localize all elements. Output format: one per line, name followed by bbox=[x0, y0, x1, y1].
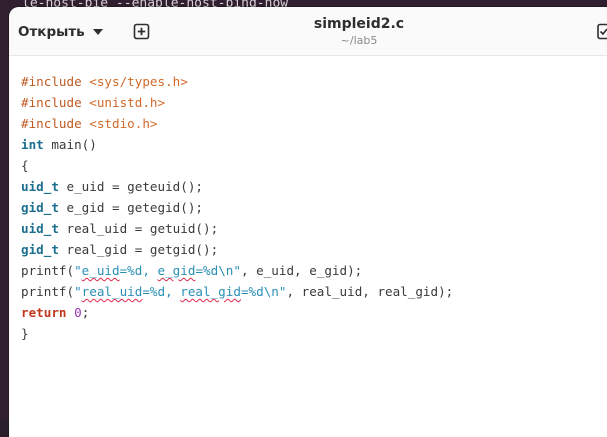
code-line[interactable]: printf("real_uid=%d, real_gid=%d\n", rea… bbox=[21, 281, 453, 302]
code-token: <stdio.h> bbox=[89, 116, 158, 131]
code-token: , e_uid, e_gid); bbox=[240, 263, 363, 278]
code-token: real_gid bbox=[180, 284, 241, 299]
save-button[interactable] bbox=[597, 23, 607, 40]
code-token: #include bbox=[21, 95, 90, 110]
code-token: real_uid bbox=[81, 284, 143, 299]
code-token: , real_uid, real_gid); bbox=[286, 284, 454, 299]
code-token: <sys/types.h> bbox=[89, 74, 188, 89]
code-token: ; bbox=[81, 305, 90, 320]
add-document-icon bbox=[133, 23, 150, 40]
code-token: uid_t bbox=[21, 221, 59, 236]
code-token: #include bbox=[21, 116, 90, 131]
document-title: simpleid2.c bbox=[313, 16, 405, 32]
code-line[interactable]: int main() bbox=[21, 134, 453, 155]
code-line[interactable]: gid_t real_gid = getgid(); bbox=[21, 239, 453, 260]
code-token: e_uid = geteuid(); bbox=[58, 179, 203, 194]
code-token: { bbox=[21, 158, 29, 173]
code-line[interactable]: uid_t real_uid = getuid(); bbox=[21, 218, 453, 239]
code-token: " bbox=[233, 263, 241, 278]
code-line[interactable]: #include <sys/types.h> bbox=[21, 71, 453, 92]
code-token: e_uid bbox=[81, 263, 120, 278]
code-line[interactable]: #include <unistd.h> bbox=[21, 92, 453, 113]
code-token: printf( bbox=[21, 284, 75, 299]
code-token: \n bbox=[218, 263, 234, 278]
code-token: real_uid = getuid(); bbox=[58, 221, 219, 236]
chevron-down-icon bbox=[92, 29, 103, 35]
save-icon bbox=[597, 23, 607, 40]
code-token: e_gid bbox=[157, 263, 196, 278]
code-token: " bbox=[74, 284, 82, 299]
open-button-label: Открыть bbox=[18, 24, 85, 40]
code-line[interactable]: #include <stdio.h> bbox=[21, 113, 453, 134]
code-token: } bbox=[21, 326, 29, 341]
code-token: \n bbox=[263, 284, 279, 299]
code-token: e_gid = getegid(); bbox=[58, 200, 203, 215]
code-token: gid_t bbox=[21, 242, 59, 257]
code-token: =%d bbox=[240, 284, 264, 299]
code-token: 0 bbox=[74, 305, 82, 320]
title-block: simpleid2.c ~/lab5 bbox=[259, 15, 459, 49]
code-line[interactable]: gid_t e_gid = getegid(); bbox=[21, 197, 453, 218]
code-token: <unistd.h> bbox=[89, 95, 166, 110]
code-token: =%d bbox=[195, 263, 219, 278]
code-line[interactable]: printf("e_uid=%d, e_gid=%d\n", e_uid, e_… bbox=[21, 260, 453, 281]
code-line[interactable]: } bbox=[21, 323, 453, 344]
header-bar: Открыть simpleid2.c ~/lab5 bbox=[9, 7, 607, 56]
code-editor[interactable]: #include <sys/types.h> #include <unistd.h… bbox=[9, 56, 607, 437]
code-token: int bbox=[21, 137, 44, 152]
code-token: gid_t bbox=[21, 200, 59, 215]
open-button[interactable]: Открыть bbox=[18, 20, 103, 44]
code-token: real_gid = getgid(); bbox=[58, 242, 219, 257]
code-token: " bbox=[74, 263, 82, 278]
code-token: printf( bbox=[21, 263, 75, 278]
code-token: main() bbox=[43, 137, 97, 152]
new-document-button[interactable] bbox=[133, 23, 150, 40]
text-editor-window: Открыть simpleid2.c ~/lab5 #include <sys… bbox=[9, 7, 607, 437]
code-token: =%d, bbox=[119, 263, 158, 278]
code-line[interactable]: return 0; bbox=[21, 302, 453, 323]
code-token: #include bbox=[21, 74, 90, 89]
code-token: uid_t bbox=[21, 179, 59, 194]
code-text[interactable]: #include <sys/types.h> #include <unistd.h… bbox=[21, 71, 453, 344]
code-line[interactable]: { bbox=[21, 155, 453, 176]
code-line[interactable]: uid_t e_uid = geteuid(); bbox=[21, 176, 453, 197]
document-path: ~/lab5 bbox=[340, 34, 378, 47]
code-token: return bbox=[21, 305, 67, 320]
code-token: =%d, bbox=[142, 284, 181, 299]
